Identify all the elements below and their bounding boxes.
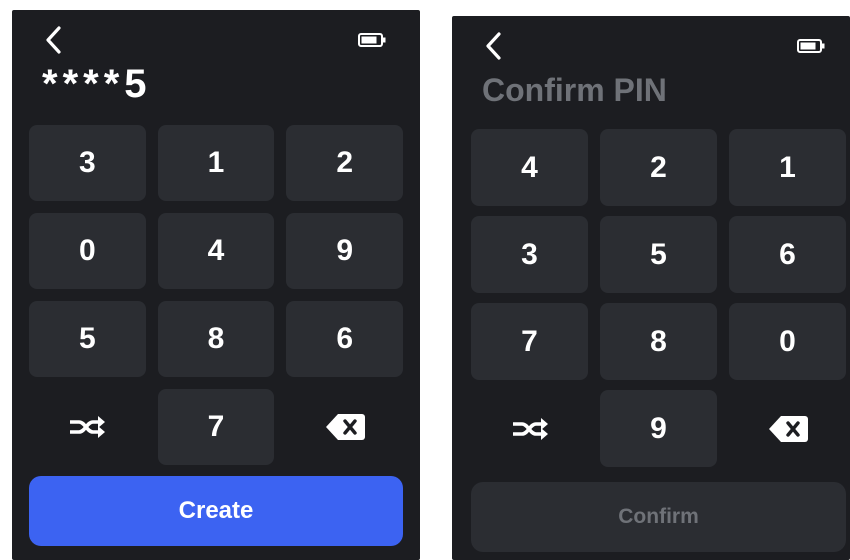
battery-icon [797,39,825,53]
chevron-left-icon [486,32,501,60]
delete-button[interactable] [729,390,846,467]
chevron-left-icon [46,26,61,54]
shuffle-button[interactable] [471,390,588,467]
key-button[interactable]: 0 [29,213,146,289]
keypad: 3 1 2 0 4 9 5 8 6 7 [29,125,403,465]
key-button[interactable]: 7 [471,303,588,380]
shuffle-icon [512,417,548,440]
confirm-button[interactable]: Confirm [471,482,846,552]
key-button[interactable]: 1 [157,125,275,201]
pin-display: ****5 [42,62,152,106]
page-title: Confirm PIN [482,72,667,108]
backspace-icon [325,414,365,440]
key-button[interactable]: 9 [286,213,403,289]
key-button[interactable]: 5 [600,216,717,293]
key-button[interactable]: 7 [157,389,275,465]
key-button[interactable]: 2 [286,125,403,201]
key-button[interactable]: 5 [29,301,146,377]
back-button[interactable] [482,28,506,64]
shuffle-icon [70,416,106,438]
key-button[interactable]: 6 [729,216,846,293]
delete-button[interactable] [286,389,403,465]
key-button[interactable]: 8 [600,303,717,380]
backspace-icon [768,415,808,442]
key-button[interactable]: 4 [157,213,275,289]
create-button[interactable]: Create [29,476,403,546]
back-button[interactable] [42,22,66,58]
key-button[interactable]: 3 [29,125,146,201]
confirm-pin-screen: Confirm PIN 4 2 1 3 5 6 7 8 0 9 Confirm [452,16,850,560]
keypad: 4 2 1 3 5 6 7 8 0 9 [471,129,846,467]
key-button[interactable]: 1 [729,129,846,206]
key-button[interactable]: 9 [600,390,717,467]
key-button[interactable]: 2 [600,129,717,206]
key-button[interactable]: 0 [729,303,846,380]
shuffle-button[interactable] [29,389,146,465]
key-button[interactable]: 6 [286,301,403,377]
key-button[interactable]: 3 [471,216,588,293]
key-button[interactable]: 4 [471,129,588,206]
key-button[interactable]: 8 [157,301,275,377]
battery-icon [358,33,386,47]
create-pin-screen: ****5 3 1 2 0 4 9 5 8 6 7 Create [12,10,420,560]
